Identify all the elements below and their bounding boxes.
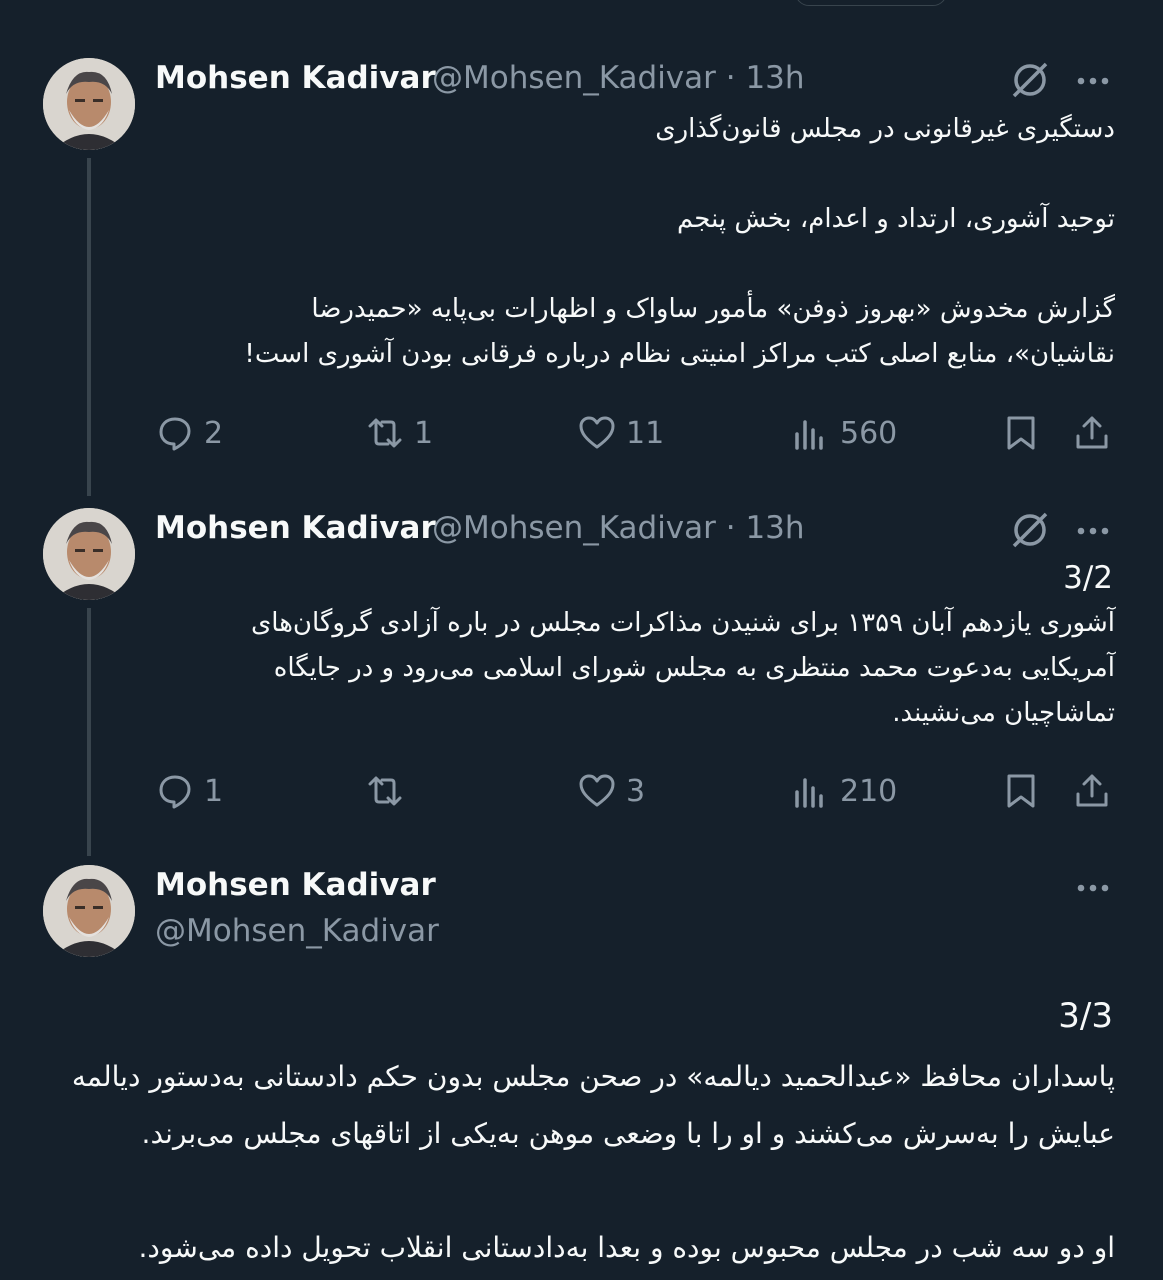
views-count: 210 — [840, 773, 898, 809]
reply-button[interactable]: 1 — [156, 772, 223, 810]
views-count: 560 — [840, 415, 898, 451]
reply-count: 1 — [204, 773, 224, 809]
reply-icon — [159, 775, 191, 809]
retweet-icon — [368, 418, 402, 448]
more-icon[interactable] — [1073, 516, 1113, 546]
thread-line — [87, 608, 91, 856]
author-name[interactable]: Mohsen Kadivar — [155, 60, 436, 96]
thread-number: 3/3 — [1058, 996, 1113, 1036]
views-icon — [795, 778, 823, 808]
tweet-text: دستگیری غیرقانونی در مجلس قانون‌گذاری تو… — [244, 114, 1115, 369]
more-icon[interactable] — [1073, 873, 1113, 903]
thread-number: 3/2 — [1063, 560, 1113, 596]
reply-count: 2 — [204, 415, 224, 451]
share-button[interactable] — [1073, 414, 1111, 452]
handle[interactable]: @Mohsen_Kadivar — [155, 913, 439, 949]
bookmark-icon — [1007, 416, 1035, 450]
bookmark-icon — [1007, 774, 1035, 808]
avatar[interactable] — [43, 58, 135, 150]
share-icon — [1076, 416, 1108, 449]
retweet-icon — [368, 776, 402, 806]
views-button[interactable]: 560 — [792, 414, 897, 452]
like-count: 3 — [626, 773, 646, 809]
retweet-button[interactable]: 1 — [366, 414, 433, 452]
grok-icon[interactable] — [1008, 508, 1052, 552]
avatar[interactable] — [43, 865, 135, 957]
handle-and-time[interactable]: @Mohsen_Kadivar · 13h — [432, 60, 805, 96]
tweet-text: آشوری یازدهم آبان ۱۳۵۹ برای شنیدن مذاکرا… — [250, 608, 1115, 728]
author-name[interactable]: Mohsen Kadivar — [155, 867, 436, 903]
avatar[interactable] — [43, 508, 135, 600]
heart-icon — [579, 774, 615, 807]
like-count: 11 — [626, 415, 665, 451]
thread-line — [87, 158, 91, 496]
like-button[interactable]: 11 — [578, 414, 664, 452]
top-pill — [795, 0, 947, 6]
author-name[interactable]: Mohsen Kadivar — [155, 510, 436, 546]
retweet-button[interactable] — [366, 772, 414, 810]
share-button[interactable] — [1073, 772, 1111, 810]
views-button[interactable]: 210 — [792, 772, 897, 810]
views-icon — [795, 420, 823, 450]
retweet-count: 1 — [414, 415, 434, 451]
grok-icon[interactable] — [1008, 58, 1052, 102]
handle-and-time[interactable]: @Mohsen_Kadivar · 13h — [432, 510, 805, 546]
share-icon — [1076, 774, 1108, 807]
bookmark-button[interactable] — [1002, 414, 1040, 452]
bookmark-button[interactable] — [1002, 772, 1040, 810]
like-button[interactable]: 3 — [578, 772, 645, 810]
reply-icon — [159, 417, 191, 451]
heart-icon — [579, 416, 615, 449]
reply-button[interactable]: 2 — [156, 414, 223, 452]
more-icon[interactable] — [1073, 66, 1113, 96]
tweet-text: پاسداران محافظ «عبدالحمید دیالمه» در صحن… — [71, 1060, 1115, 1264]
